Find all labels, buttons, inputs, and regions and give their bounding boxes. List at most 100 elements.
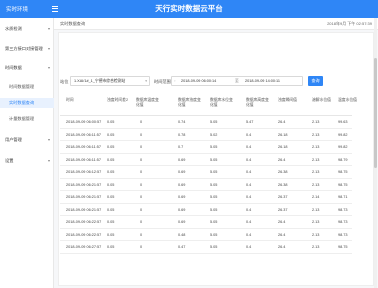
table-cell: 0.69: [178, 207, 186, 212]
table-cell: 0.05: [107, 245, 115, 249]
table-cell: 26.4: [278, 245, 286, 249]
sidebar-item-water-quality[interactable]: 水质检测 ▾: [0, 24, 54, 34]
table-cell: 2018-09-09 06:27:57: [66, 245, 102, 249]
table-cell: 0.69: [178, 157, 186, 162]
table-cell: 26.4: [278, 120, 286, 124]
sidebar-item-metering[interactable]: 计量数据管理: [0, 114, 54, 124]
table-cell: 0.4: [246, 220, 252, 224]
table-cell: 26.38: [278, 182, 288, 187]
table-cell: 2018-09-09 06:21:57: [66, 182, 102, 187]
app-window: 实时环境 天行实时数据云平台 水质检测 ▾ 第三方接口对接管理 ▾ 时间数据 ▾ 时间…: [0, 0, 378, 288]
table-row[interactable]: 2018-09-09 06:11:57 0.05 0 0.69 5.05 0.4 26.4 2…: [60, 154, 352, 166]
table-cell: 0.74: [178, 120, 186, 124]
table-cell: 0.05: [107, 157, 115, 162]
table-cell: 5.05: [210, 220, 218, 224]
column-header: 数据库水位变化值: [210, 98, 233, 107]
table-cell: 0.05: [107, 207, 115, 212]
table-cell: 26.18: [278, 145, 288, 149]
sidebar-item-label: 水质检测: [5, 26, 22, 31]
table-cell: 0.69: [178, 170, 186, 174]
table-row[interactable]: 2018-09-09 06:11:57 0.05 0 0.78 5.02 0.4 26.18…: [60, 129, 352, 141]
column-header: 数据库温度变化值: [136, 98, 159, 107]
start-time[interactable]: 2018-09-09 06:00:14: [181, 77, 216, 85]
top-bar: 实时环境 天行实时数据云平台: [0, 0, 378, 18]
table-cell: 2.13: [312, 132, 320, 137]
table-cell: 26.4: [278, 220, 286, 224]
table-row[interactable]: 2018-09-09 06:22:57 0.05 0 0.48 5.05 0.4 26.4 2…: [60, 229, 352, 241]
time-range-picker[interactable]: ▫ 2018-09-09 06:00:14 至 2018-09-09 14:00…: [171, 76, 303, 86]
table-cell: 0.4: [246, 245, 252, 249]
sidebar-item-time-data[interactable]: 时间数据 ▾: [0, 63, 54, 73]
table-row[interactable]: 2018-09-09 06:00:57 0.05 0 0.74 5.05 5.47 26.4…: [60, 116, 352, 129]
table-header: 时间 浊度时间差2 数据库温度变化值 数据库浊度变化值 数据库水位变化值 数据库…: [60, 94, 357, 116]
table-cell: 0.4: [246, 132, 252, 137]
table-cell: 5.05: [210, 245, 218, 249]
sidebar-item-settings[interactable]: 设置 ▾: [0, 156, 54, 166]
breadcrumb[interactable]: 实时数据查询: [60, 21, 85, 27]
table-cell: 98.73: [338, 220, 348, 224]
sidebar-item-label: 用户管理: [5, 137, 22, 142]
table-cell: 2.13: [312, 207, 320, 212]
site-select[interactable]: 1.XAI/1#_1_宁德市综合检测站 ▾: [70, 76, 150, 86]
sidebar-item-label: 第三方接口对接管理: [5, 46, 43, 51]
table-cell: 0.4: [246, 170, 252, 174]
table-cell: 26.37: [278, 207, 288, 212]
table-cell: 2.13: [312, 170, 320, 174]
query-button[interactable]: 查询: [308, 76, 323, 86]
data-table: 时间 浊度时间差2 数据库温度变化值 数据库浊度变化值 数据库水位变化值 数据库…: [60, 94, 357, 254]
table-cell: 0: [140, 232, 143, 237]
table-cell: 0.05: [107, 170, 115, 174]
table-cell: 0.47: [178, 245, 186, 249]
sidebar-item-label: 时间数据管理: [9, 84, 35, 89]
breadcrumb-bar: 实时数据查询 2018年9月 下午 02:57:39: [54, 18, 378, 30]
table-cell: 2.13: [312, 157, 320, 162]
table-cell: 2018-09-09 06:22:57: [66, 232, 102, 237]
table-cell: 2.13: [312, 120, 320, 124]
table-row[interactable]: 2018-09-09 06:11:57 0.05 0 0.7 5.05 0.4 26.18 2…: [60, 141, 352, 154]
table-cell: 0: [140, 195, 143, 199]
sidebar: 水质检测 ▾ 第三方接口对接管理 ▾ 时间数据 ▾ 时间数据管理 实时数据查询 计量数…: [0, 18, 54, 288]
chevron-down-icon: ▾: [145, 79, 147, 83]
table-row[interactable]: 2018-09-09 06:22:57 0.05 0 0.69 5.05 0.4 26.4 2…: [60, 216, 352, 229]
table-cell: 0.78: [178, 132, 186, 137]
table-cell: 0.69: [178, 220, 186, 224]
sidebar-item-realtime-query[interactable]: 实时数据查询: [0, 98, 54, 108]
column-header: 溶解水位值: [312, 98, 331, 102]
table-cell: 0.4: [246, 182, 252, 187]
table-cell: 2.13: [312, 182, 320, 187]
sidebar-item-label: 计量数据管理: [9, 116, 35, 121]
end-time[interactable]: 2018-09-09 14:00:11: [245, 77, 280, 85]
table-cell: 0.05: [107, 232, 115, 237]
column-header: 浊度时间差2: [107, 98, 129, 102]
table-cell: 2018-09-09 06:22:57: [66, 220, 102, 224]
table-cell: 0.05: [107, 145, 115, 149]
range-separator: 至: [235, 79, 239, 83]
table-cell: 2018-09-09 06:21:57: [66, 207, 102, 212]
scrollbar[interactable]: [374, 18, 377, 288]
site-select-value: 1.XAI/1#_1_宁德市综合检测站: [74, 79, 126, 83]
table-cell: 2018-09-09 06:12:57: [66, 170, 102, 174]
table-cell: 0.05: [107, 220, 115, 224]
table-cell: 0.69: [178, 182, 186, 187]
sidebar-item-time-data-manage[interactable]: 时间数据管理: [0, 82, 54, 92]
table-cell: 2018-09-09 06:00:57: [66, 120, 102, 124]
table-cell: 98.79: [338, 157, 348, 162]
table-cell: 98.75: [338, 245, 348, 249]
table-cell: 98.71: [338, 195, 348, 199]
table-row[interactable]: 2018-09-09 06:21:57 0.05 0 0.69 5.05 0.4 26.37…: [60, 204, 352, 216]
clock-text: 2018年9月 下午 02:57:39: [327, 21, 372, 26]
table-body: 2018-09-09 06:00:57 0.05 0 0.74 5.05 5.47 26.4…: [60, 116, 352, 254]
table-cell: 0.4: [246, 207, 252, 212]
table-cell: 0.4: [246, 195, 252, 199]
table-cell: 2018-09-09 06:11:57: [66, 132, 101, 137]
column-header: 浊度瞬间值: [278, 98, 297, 102]
table-row[interactable]: 2018-09-09 06:21:57 0.05 0 0.69 5.05 0.4 26.38…: [60, 179, 352, 191]
table-row[interactable]: 2018-09-09 06:27:57 0.05 0 0.47 5.05 0.4 26.4 2…: [60, 241, 352, 254]
table-row[interactable]: 2018-09-09 06:12:57 0.05 0 0.69 5.05 0.4 26.38…: [60, 166, 352, 179]
table-cell: 5.05: [210, 195, 218, 199]
sidebar-item-users[interactable]: 用户管理 ▾: [0, 135, 54, 145]
table-row[interactable]: 2018-09-09 06:21:57 0.05 0 0.69 5.05 0.4 26.37…: [60, 191, 352, 204]
sidebar-item-third-party[interactable]: 第三方接口对接管理 ▾: [0, 44, 54, 54]
column-header: 时间: [66, 98, 74, 102]
table-cell: 26.4: [278, 157, 286, 162]
